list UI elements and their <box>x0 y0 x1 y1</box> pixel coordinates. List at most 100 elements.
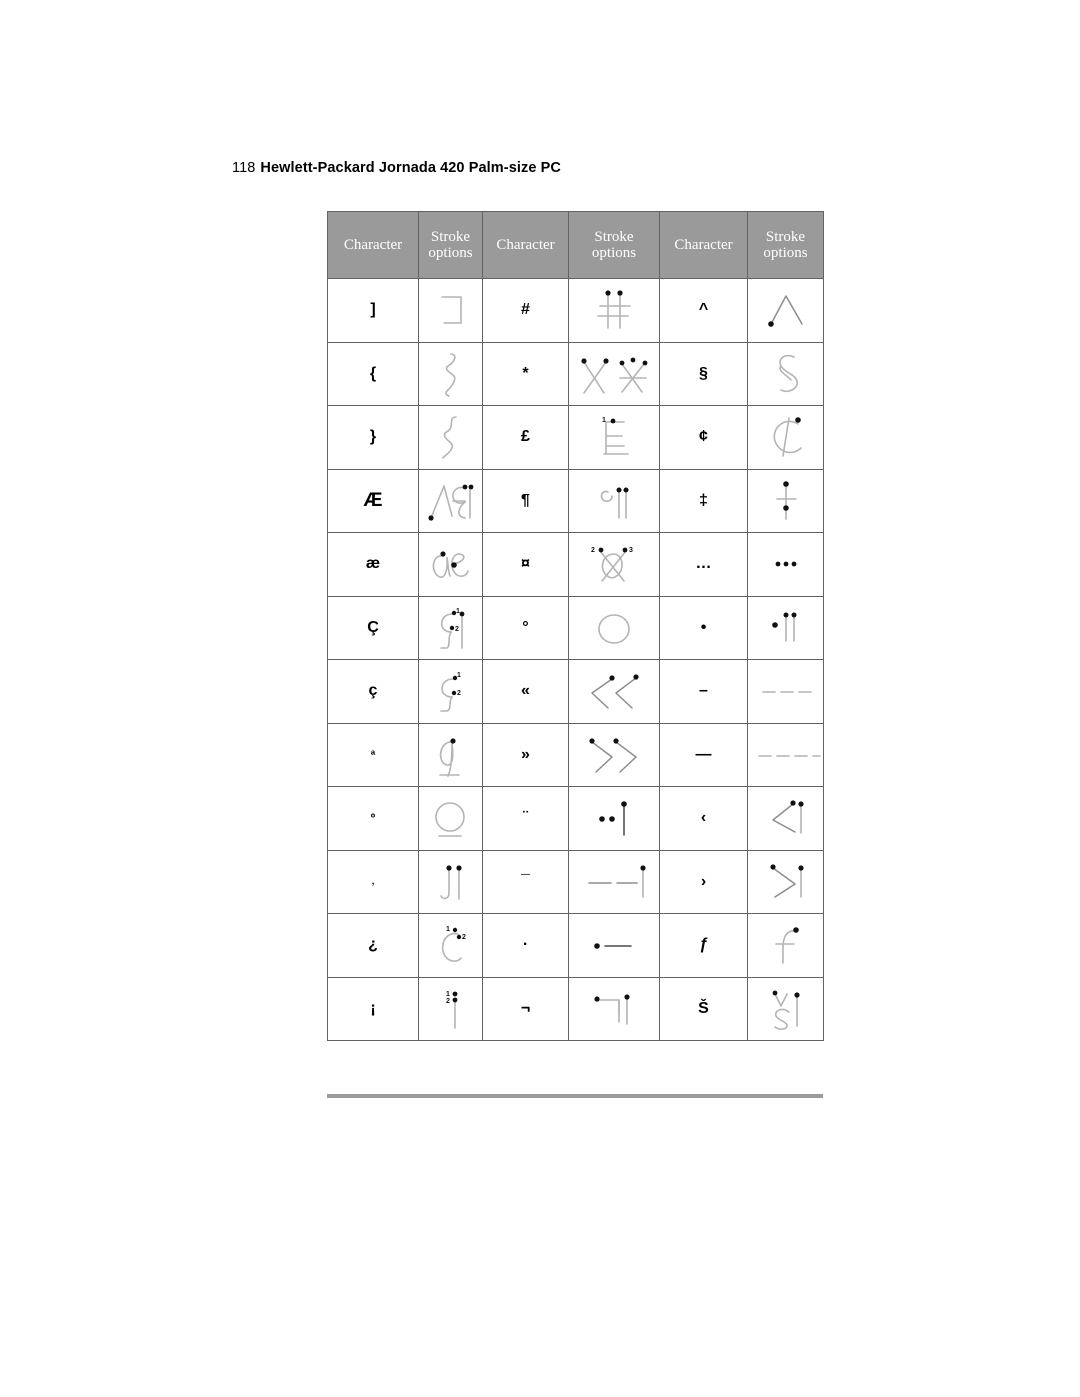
table-row: ‚ ¯ › <box>327 849 824 914</box>
character-glyph: › <box>659 849 748 914</box>
svg-text:1: 1 <box>446 926 450 933</box>
character-glyph: ƒ <box>659 913 748 978</box>
caret-dot-stroke <box>747 278 824 343</box>
svg-text:2: 2 <box>591 547 595 554</box>
bullet-two-bars-stroke <box>747 595 824 660</box>
table-row: Æ ¶ ‡ <box>327 468 824 533</box>
table-row: } £ 1 ¢ <box>327 405 824 470</box>
ae-ligature-small-stroke <box>418 532 483 597</box>
single-left-angle-stroke <box>747 786 824 851</box>
svg-text:2: 2 <box>446 998 450 1005</box>
character-glyph: ¡ <box>327 976 419 1041</box>
character-glyph: ¬ <box>482 976 569 1041</box>
inverted-exclamation-stroke: 1 2 <box>418 976 483 1041</box>
macron-bars-stroke <box>568 849 660 914</box>
footer-divider-rule <box>327 1094 823 1098</box>
c-cedilla-capital-stroke: 1 2 <box>418 595 483 660</box>
table-row: æ ¤ 2 3 … <box>327 532 824 597</box>
page-number: 118 <box>232 160 256 176</box>
header-stroke-line2: options <box>763 245 808 261</box>
page-title: Hewlett-Packard Jornada 420 Palm-size PC <box>260 160 561 176</box>
ellipsis-stroke <box>747 532 824 597</box>
character-glyph: · <box>482 913 569 978</box>
table-row: { * § <box>327 341 824 406</box>
character-glyph: ] <box>327 278 419 343</box>
character-glyph: ç <box>327 659 419 724</box>
character-glyph: – <box>659 659 748 724</box>
header-stroke-line1: Stroke <box>765 228 806 245</box>
character-glyph: ¿ <box>327 913 419 978</box>
header-stroke-line2: options <box>591 245 637 261</box>
double-right-angle-stroke <box>568 722 660 787</box>
double-left-angle-stroke <box>568 659 660 724</box>
table-row: Ç 1 2 ° • <box>327 595 824 660</box>
character-glyph: ‚ <box>327 849 419 914</box>
table-row: ] # ^ <box>327 278 824 343</box>
character-glyph: • <box>659 595 748 660</box>
character-glyph: ¢ <box>659 405 748 470</box>
pilcrow-stroke <box>568 468 660 533</box>
character-glyph: £ <box>482 405 569 470</box>
header-character-2: Character <box>482 211 569 279</box>
section-sign-stroke <box>747 341 824 406</box>
brace-right-stroke <box>418 405 483 470</box>
not-sign-stroke <box>568 976 660 1041</box>
ae-ligature-capital-stroke <box>418 468 483 533</box>
florin-hook-stroke <box>747 913 824 978</box>
svg-text:2: 2 <box>457 690 461 697</box>
bracket-right-stroke <box>418 278 483 343</box>
ordinal-a-stroke <box>418 722 483 787</box>
character-glyph: Ç <box>327 595 419 660</box>
document-page: 118 Hewlett-Packard Jornada 420 Palm-size… <box>0 0 1080 1397</box>
svg-text:3: 3 <box>629 547 633 554</box>
character-glyph: ^ <box>659 278 748 343</box>
low-quote-stroke <box>418 849 483 914</box>
c-cedilla-small-stroke: 1 2 <box>418 659 483 724</box>
character-glyph: — <box>659 722 748 787</box>
en-dash-stroke <box>747 659 824 724</box>
diaeresis-two-dots-stroke <box>568 786 660 851</box>
character-glyph: Š <box>659 976 748 1041</box>
svg-text:2: 2 <box>455 626 459 633</box>
hash-two-dots-stroke <box>568 278 660 343</box>
character-glyph: ¤ <box>482 532 569 597</box>
table-row: º ¨ ‹ <box>327 786 824 851</box>
header-stroke-line1: Stroke <box>594 228 634 245</box>
middle-dot-bar-stroke <box>568 913 660 978</box>
header-stroke-line1: Stroke <box>430 228 471 245</box>
character-glyph: { <box>327 341 419 406</box>
svg-text:1: 1 <box>446 991 450 998</box>
table-row: ¿ 1 2 · ƒ <box>327 913 824 978</box>
table-row: ª » — <box>327 722 824 787</box>
character-glyph: ¯ <box>482 849 569 914</box>
character-glyph: } <box>327 405 419 470</box>
svg-text:1: 1 <box>456 608 460 615</box>
cent-sign-stroke <box>747 405 824 470</box>
header-stroke-options-1: Stroke options <box>418 211 483 279</box>
s-caron-stroke <box>747 976 824 1041</box>
single-right-angle-stroke <box>747 849 824 914</box>
asterisk-cross-stroke <box>568 341 660 406</box>
character-glyph: ‹ <box>659 786 748 851</box>
pound-ladder-stroke: 1 <box>568 405 660 470</box>
character-glyph: ¶ <box>482 468 569 533</box>
degree-circle-stroke <box>568 595 660 660</box>
character-glyph: § <box>659 341 748 406</box>
character-glyph: º <box>327 786 419 851</box>
character-glyph: * <box>482 341 569 406</box>
table-row: ç 1 2 « – <box>327 659 824 724</box>
character-glyph: … <box>659 532 748 597</box>
inverted-question-stroke: 1 2 <box>418 913 483 978</box>
svg-text:1: 1 <box>457 672 461 679</box>
double-dagger-stroke <box>747 468 824 533</box>
running-header: 118 Hewlett-Packard Jornada 420 Palm-size… <box>232 160 561 176</box>
character-glyph: ª <box>327 722 419 787</box>
character-stroke-table: Character Stroke options Character Strok… <box>327 211 824 1041</box>
currency-crossed-circle-stroke: 2 3 <box>568 532 660 597</box>
brace-left-stroke <box>418 341 483 406</box>
character-glyph: æ <box>327 532 419 597</box>
table-row: ¡ 1 2 ¬ Š <box>327 976 824 1041</box>
header-stroke-options-3: Stroke options <box>747 211 824 279</box>
character-glyph: ‡ <box>659 468 748 533</box>
character-glyph: Æ <box>327 468 419 533</box>
